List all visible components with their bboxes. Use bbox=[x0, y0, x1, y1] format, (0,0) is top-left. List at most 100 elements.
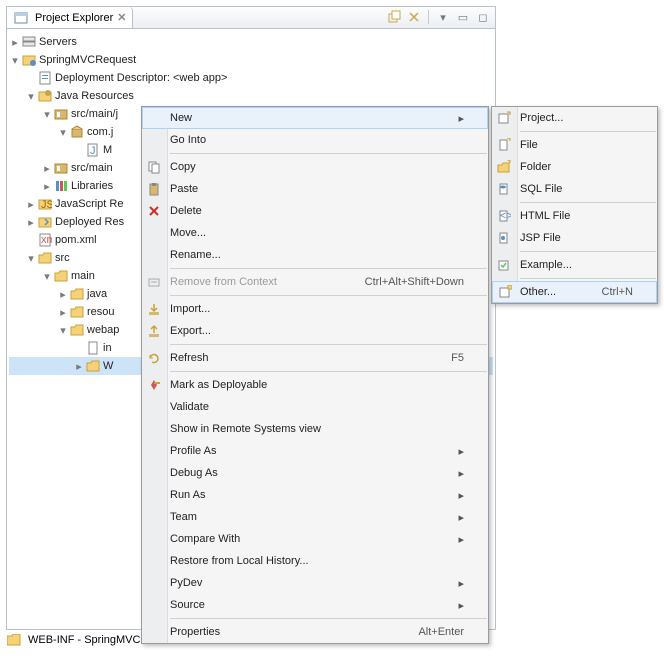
menu-label: Compare With bbox=[170, 533, 240, 545]
expand-toggle[interactable]: ▸ bbox=[25, 216, 37, 228]
menu-item-source[interactable]: Source▸ bbox=[142, 594, 488, 616]
menu-item-run-as[interactable]: Run As▸ bbox=[142, 484, 488, 506]
expand-toggle[interactable]: ▾ bbox=[41, 108, 53, 120]
menu-separator bbox=[170, 618, 487, 619]
expand-toggle[interactable]: ▾ bbox=[57, 126, 69, 138]
menu-item-paste[interactable]: Paste bbox=[142, 178, 488, 200]
status-text: WEB-INF - SpringMVC bbox=[28, 634, 140, 646]
menu-item-validate[interactable]: Validate bbox=[142, 396, 488, 418]
expand-toggle[interactable] bbox=[25, 234, 37, 246]
menu-item-new[interactable]: New▸ bbox=[142, 107, 488, 129]
tree-item[interactable]: ▸Servers bbox=[9, 33, 493, 51]
context-submenu-new[interactable]: Project... FileFolder SQL File <>HTML File J… bbox=[491, 106, 658, 304]
close-icon[interactable]: ✕ bbox=[117, 11, 126, 24]
menu-item-move[interactable]: Move... bbox=[142, 222, 488, 244]
menu-item-import[interactable]: Import... bbox=[142, 298, 488, 320]
menu-item-jsp-file[interactable]: JSP File bbox=[492, 227, 657, 249]
menu-item-other[interactable]: Other...Ctrl+N bbox=[492, 281, 657, 303]
menu-item-example[interactable]: Example... bbox=[492, 254, 657, 276]
folder-icon bbox=[37, 250, 53, 266]
menu-item-show-in-remote-systems-view[interactable]: Show in Remote Systems view bbox=[142, 418, 488, 440]
expand-toggle[interactable]: ▸ bbox=[41, 180, 53, 192]
expand-toggle[interactable]: ▾ bbox=[57, 324, 69, 336]
collapse-all-icon[interactable] bbox=[386, 9, 402, 25]
proj-icon bbox=[21, 52, 37, 68]
menu-label: Rename... bbox=[170, 249, 221, 261]
expand-toggle[interactable]: ▸ bbox=[25, 198, 37, 210]
submenu-arrow-icon: ▸ bbox=[458, 599, 464, 612]
menu-label: Team bbox=[170, 511, 197, 523]
expand-toggle[interactable] bbox=[25, 72, 37, 84]
expand-toggle[interactable]: ▸ bbox=[73, 360, 85, 372]
menu-item-pydev[interactable]: PyDev▸ bbox=[142, 572, 488, 594]
menu-item-profile-as[interactable]: Profile As▸ bbox=[142, 440, 488, 462]
mark-icon bbox=[146, 377, 162, 393]
menu-item-go-into[interactable]: Go Into bbox=[142, 129, 488, 151]
menu-shortcut: Ctrl+Alt+Shift+Down bbox=[365, 276, 464, 288]
submenu-arrow-icon: ▸ bbox=[458, 445, 464, 458]
maximize-icon[interactable]: ◻ bbox=[475, 9, 491, 25]
menu-item-rename[interactable]: Rename... bbox=[142, 244, 488, 266]
link-editor-icon[interactable] bbox=[406, 9, 422, 25]
menu-item-sql-file[interactable]: SQL File bbox=[492, 178, 657, 200]
menu-item-team[interactable]: Team▸ bbox=[142, 506, 488, 528]
expand-toggle[interactable]: ▾ bbox=[41, 270, 53, 282]
tree-item[interactable]: ▾Java Resources bbox=[9, 87, 493, 105]
tree-label: resou bbox=[87, 306, 115, 318]
copy-icon bbox=[146, 159, 162, 175]
menu-separator bbox=[520, 278, 656, 279]
menu-separator bbox=[170, 153, 487, 154]
menu-item-file[interactable]: File bbox=[492, 134, 657, 156]
expand-toggle[interactable] bbox=[73, 342, 85, 354]
minimize-icon[interactable]: ▭ bbox=[455, 9, 471, 25]
newfile-icon bbox=[496, 137, 512, 153]
expand-toggle[interactable]: ▸ bbox=[57, 306, 69, 318]
submenu-arrow-icon: ▸ bbox=[458, 112, 464, 125]
newproj-icon bbox=[496, 110, 512, 126]
menu-label: Other... bbox=[520, 286, 556, 298]
menu-label: JSP File bbox=[520, 232, 561, 244]
menu-item-copy[interactable]: Copy bbox=[142, 156, 488, 178]
tree-item[interactable]: Deployment Descriptor: <web app> bbox=[9, 69, 493, 87]
menu-label: Properties bbox=[170, 626, 220, 638]
menu-label: PyDev bbox=[170, 577, 202, 589]
menu-label: Example... bbox=[520, 259, 572, 271]
menu-item-folder[interactable]: Folder bbox=[492, 156, 657, 178]
menu-label: Export... bbox=[170, 325, 211, 337]
menu-item-delete[interactable]: Delete bbox=[142, 200, 488, 222]
expand-toggle[interactable]: ▾ bbox=[9, 54, 21, 66]
expand-toggle[interactable] bbox=[73, 144, 85, 156]
submenu-arrow-icon: ▸ bbox=[458, 533, 464, 546]
menu-label: Remove from Context bbox=[170, 276, 277, 288]
menu-item-mark-as-deployable[interactable]: Mark as Deployable bbox=[142, 374, 488, 396]
tree-label: webap bbox=[87, 324, 119, 336]
tree-label: in bbox=[103, 342, 112, 354]
menu-item-project[interactable]: Project... bbox=[492, 107, 657, 129]
expand-toggle[interactable]: ▸ bbox=[41, 162, 53, 174]
menu-label: Run As bbox=[170, 489, 205, 501]
expand-toggle[interactable]: ▸ bbox=[9, 36, 21, 48]
menu-item-html-file[interactable]: <>HTML File bbox=[492, 205, 657, 227]
newother-icon bbox=[497, 284, 513, 300]
expand-toggle[interactable]: ▾ bbox=[25, 90, 37, 102]
tab-project-explorer[interactable]: Project Explorer ✕ bbox=[7, 7, 133, 28]
menu-item-export[interactable]: Export... bbox=[142, 320, 488, 342]
context-menu[interactable]: New▸Go Into CopyPasteDeleteMove... Rename.… bbox=[141, 106, 489, 644]
menu-item-debug-as[interactable]: Debug As▸ bbox=[142, 462, 488, 484]
menu-shortcut: F5 bbox=[451, 352, 464, 364]
menu-item-restore-from-local-history[interactable]: Restore from Local History... bbox=[142, 550, 488, 572]
tree-item[interactable]: ▾SpringMVCRequest bbox=[9, 51, 493, 69]
menu-item-refresh[interactable]: Refresh F5 bbox=[142, 347, 488, 369]
menu-label: Refresh bbox=[170, 352, 209, 364]
nav-icon bbox=[13, 10, 29, 26]
view-menu-icon[interactable]: ▾ bbox=[435, 9, 451, 25]
menu-label: Validate bbox=[170, 401, 209, 413]
menu-label: SQL File bbox=[520, 183, 562, 195]
jres-icon bbox=[37, 88, 53, 104]
menu-label: HTML File bbox=[520, 210, 570, 222]
menu-item-compare-with[interactable]: Compare With ▸ bbox=[142, 528, 488, 550]
menu-item-properties[interactable]: PropertiesAlt+Enter bbox=[142, 621, 488, 643]
expand-toggle[interactable]: ▸ bbox=[57, 288, 69, 300]
refresh-icon bbox=[146, 350, 162, 366]
expand-toggle[interactable]: ▾ bbox=[25, 252, 37, 264]
